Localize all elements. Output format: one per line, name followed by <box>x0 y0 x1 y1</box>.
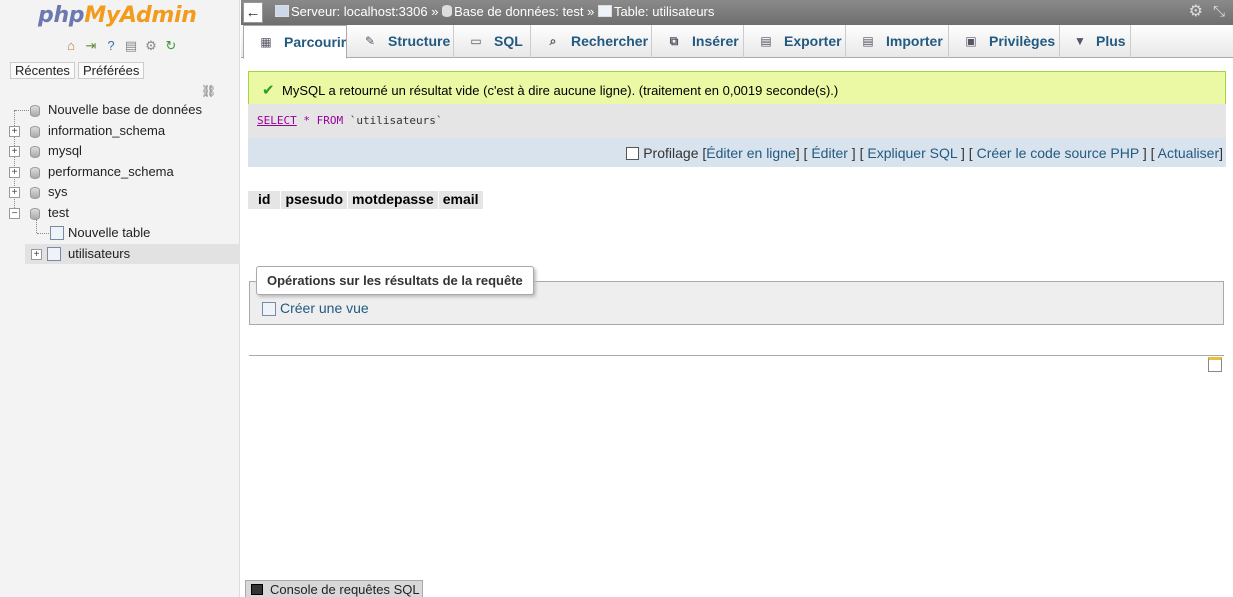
new-database-icon <box>30 105 40 117</box>
tab-search[interactable]: ⌕ Rechercher <box>531 25 652 58</box>
tab-export[interactable]: ▤ Exporter <box>744 25 846 58</box>
bookmark-icon[interactable] <box>1208 357 1222 372</box>
navigation-panel: phpMyAdmin ⌂ ⇥ ? ▤ ⚙ ↻ Récentes Préférée… <box>0 0 240 597</box>
tab-import[interactable]: ▤ Importer <box>846 25 949 58</box>
tab-sql[interactable]: ▭ SQL <box>454 25 531 58</box>
table-icon <box>597 5 612 17</box>
documentation-icon[interactable]: ▤ <box>123 38 139 54</box>
tree-item-new-table[interactable]: Nouvelle table <box>0 219 240 244</box>
breadcrumb-database[interactable]: Base de données: test <box>454 4 583 19</box>
database-icon <box>30 166 40 179</box>
insert-icon: ⧉ <box>669 34 679 48</box>
explain-sql-link[interactable]: Expliquer SQL <box>867 145 957 161</box>
tree-item-mysql[interactable]: + mysql <box>0 141 240 162</box>
create-view-icon <box>262 302 276 316</box>
page-settings-gear-icon[interactable]: ⚙ <box>1189 0 1203 24</box>
breadcrumb-server[interactable]: Serveur: localhost:3306 <box>291 4 428 19</box>
tab-privileges[interactable]: ▣ Privilèges <box>949 25 1060 58</box>
sql-icon: ▭ <box>470 34 482 48</box>
expand-icon[interactable]: + <box>9 125 20 137</box>
recent-tables-button[interactable]: Récentes <box>10 62 75 79</box>
sql-console-toggle[interactable]: Console de requêtes SQL <box>245 580 423 597</box>
new-table-icon <box>50 226 64 240</box>
nav-icon-bar: ⌂ ⇥ ? ▤ ⚙ ↻ <box>63 38 179 54</box>
column-header-email[interactable]: email <box>439 191 484 209</box>
database-icon <box>442 5 453 17</box>
divider <box>249 355 1224 356</box>
query-operations-legend: Opérations sur les résultats de la requê… <box>256 266 534 295</box>
collapse-navigation-arrow-icon[interactable]: ← <box>243 2 263 23</box>
phpmyadmin-logo[interactable]: phpMyAdmin <box>38 3 197 28</box>
column-header-psesudo[interactable]: psesudo <box>281 191 349 209</box>
favorite-tables-button[interactable]: Préférées <box>78 62 145 79</box>
tree-item-new-database[interactable]: Nouvelle base de données <box>0 100 240 121</box>
help-icon[interactable]: ? <box>103 38 119 54</box>
reload-icon[interactable]: ↻ <box>163 38 179 54</box>
tab-browse[interactable]: ▦ Parcourir <box>243 25 347 59</box>
expand-icon[interactable]: + <box>31 248 42 260</box>
table-icon <box>47 246 61 261</box>
profiling-checkbox[interactable] <box>626 147 640 160</box>
console-icon <box>251 584 263 595</box>
column-header-id[interactable]: id <box>248 191 282 209</box>
expand-icon[interactable]: + <box>9 166 20 178</box>
expand-icon[interactable]: + <box>9 146 20 157</box>
tab-insert[interactable]: ⧉ Insérer <box>652 25 744 58</box>
chevron-down-icon: ▼ <box>1074 34 1086 48</box>
browse-icon: ▦ <box>260 35 272 49</box>
privileges-icon: ▣ <box>965 34 977 48</box>
sql-query-tools: Profilage [Éditer en ligne] [ Éditer ] [… <box>248 138 1226 167</box>
create-view-link[interactable]: Créer une vue <box>262 300 369 317</box>
success-message: ✔ MySQL a retourné un résultat vide (c'e… <box>248 71 1226 104</box>
tree-item-utilisateurs[interactable]: + utilisateurs <box>25 243 240 264</box>
logout-icon[interactable]: ⇥ <box>83 38 99 54</box>
edit-inline-link[interactable]: Éditer en ligne <box>706 145 796 161</box>
table-tabs: ▦ Parcourir ✎ Structure ▭ SQL ⌕ Rechercher ⧉… <box>241 25 1233 59</box>
top-breadcrumb-bar: ← Serveur: localhost:3306 » Base de donn… <box>241 0 1233 25</box>
tree-item-performance-schema[interactable]: + performance_schema <box>0 162 240 183</box>
tab-more[interactable]: ▼ Plus <box>1060 25 1131 58</box>
database-icon <box>30 207 40 220</box>
database-icon <box>30 187 40 199</box>
server-icon <box>275 5 289 17</box>
search-icon: ⌕ <box>549 34 557 48</box>
database-tree: Nouvelle base de données + information_s… <box>0 100 240 264</box>
settings-gear-icon[interactable]: ⚙ <box>143 38 159 54</box>
export-icon: ▤ <box>760 34 772 48</box>
expand-icon[interactable]: + <box>9 187 20 198</box>
database-icon <box>30 125 40 138</box>
result-table-header: id psesudo motdepasse email <box>248 191 484 209</box>
breadcrumb-table[interactable]: Table: utilisateurs <box>614 4 714 19</box>
import-icon: ▤ <box>862 34 874 48</box>
edit-link[interactable]: Éditer <box>811 145 848 161</box>
sql-select-keyword[interactable]: SELECT <box>257 114 297 127</box>
create-php-code-link[interactable]: Créer le code source PHP <box>977 145 1139 161</box>
collapse-icon[interactable]: − <box>9 207 20 219</box>
breadcrumb: Serveur: localhost:3306 » Base de donnée… <box>275 0 714 24</box>
structure-icon: ✎ <box>364 34 376 48</box>
collapse-icon[interactable]: ⤡ <box>1213 0 1225 24</box>
tree-item-information-schema[interactable]: + information_schema <box>0 121 240 142</box>
link-with-main-panel-icon[interactable]: ⛓ <box>201 84 216 98</box>
tab-structure[interactable]: ✎ Structure <box>348 25 454 58</box>
refresh-link[interactable]: Actualiser <box>1158 145 1219 161</box>
home-icon[interactable]: ⌂ <box>63 38 79 54</box>
database-icon <box>30 146 40 158</box>
profiling-label: Profilage <box>643 145 699 161</box>
column-header-motdepasse[interactable]: motdepasse <box>348 191 439 209</box>
sql-query-display: SELECT * FROM `utilisateurs` <box>248 104 1226 138</box>
tree-item-sys[interactable]: + sys <box>0 182 240 203</box>
